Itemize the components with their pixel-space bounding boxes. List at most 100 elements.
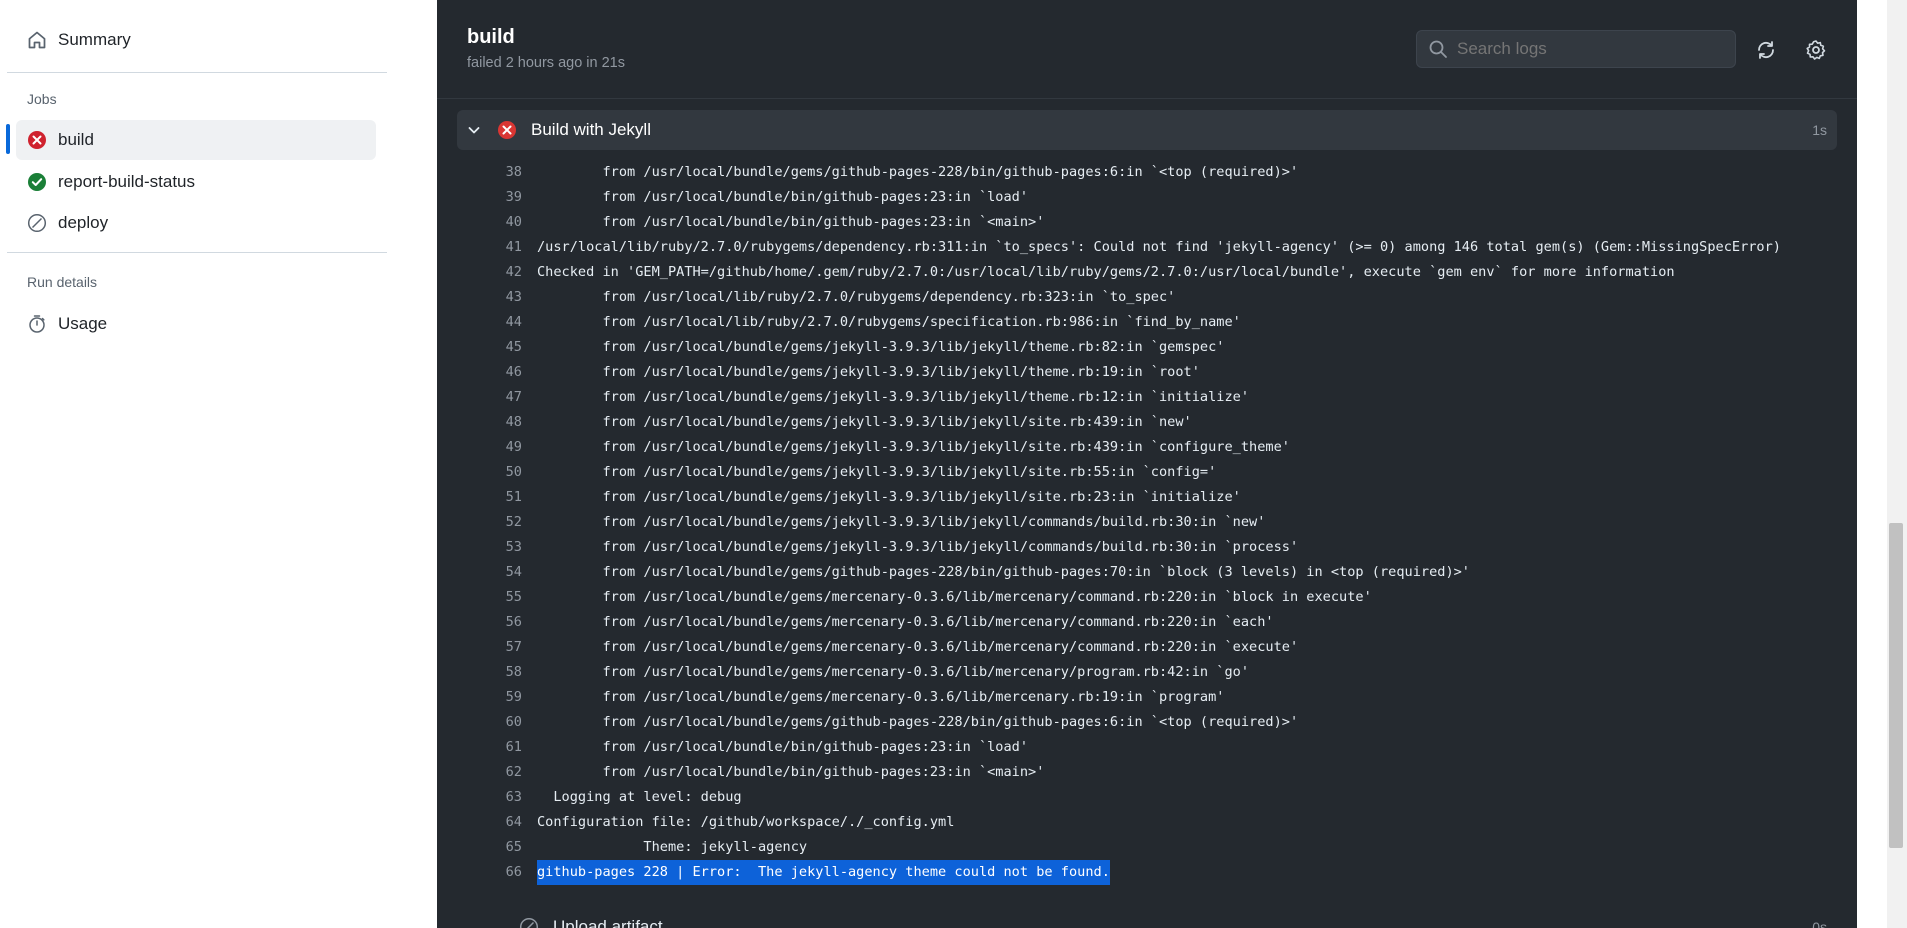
log-line: 46 from /usr/local/bundle/gems/jekyll-3.… <box>437 360 1857 385</box>
log-line-text: from /usr/local/bundle/bin/github-pages:… <box>537 764 1045 780</box>
job-title: build <box>467 26 515 48</box>
sidebar-item-build[interactable]: build <box>16 120 376 160</box>
log-line-text: from /usr/local/bundle/gems/mercenary-0.… <box>537 689 1225 705</box>
log-line-number[interactable]: 49 <box>467 435 522 460</box>
log-viewer[interactable]: Build with Jekyll 1s 38 from /usr/local/… <box>437 98 1857 928</box>
log-line-text: from /usr/local/bundle/bin/github-pages:… <box>537 739 1029 755</box>
step-build-with-jekyll[interactable]: Build with Jekyll 1s <box>457 110 1837 150</box>
log-line-number[interactable]: 40 <box>467 210 522 235</box>
divider <box>7 72 387 73</box>
log-line: 47 from /usr/local/bundle/gems/jekyll-3.… <box>437 385 1857 410</box>
log-line-number[interactable]: 52 <box>467 510 522 535</box>
log-line-text: from /usr/local/bundle/bin/github-pages:… <box>537 214 1045 230</box>
log-line-number[interactable]: 62 <box>467 760 522 785</box>
log-line-text: from /usr/local/lib/ruby/2.7.0/rubygems/… <box>537 289 1176 305</box>
jobs-heading: Jobs <box>27 91 57 107</box>
log-line-number[interactable]: 59 <box>467 685 522 710</box>
log-line-text-highlighted: github-pages 228 | Error: The jekyll-age… <box>537 860 1110 885</box>
log-line: 56 from /usr/local/bundle/gems/mercenary… <box>437 610 1857 635</box>
log-line: 52 from /usr/local/bundle/gems/jekyll-3.… <box>437 510 1857 535</box>
log-line: 48 from /usr/local/bundle/gems/jekyll-3.… <box>437 410 1857 435</box>
log-line: 50 from /usr/local/bundle/gems/jekyll-3.… <box>437 460 1857 485</box>
log-line: 44 from /usr/local/lib/ruby/2.7.0/rubyge… <box>437 310 1857 335</box>
step-name: Upload artifact <box>553 917 663 928</box>
success-status-icon <box>26 171 48 193</box>
log-line: 65 Theme: jekyll-agency <box>437 835 1857 860</box>
sidebar-item-usage[interactable]: Usage <box>16 304 376 344</box>
log-line-number[interactable]: 48 <box>467 410 522 435</box>
log-line: 64 Configuration file: /github/workspace/… <box>437 810 1857 835</box>
log-line: 43 from /usr/local/lib/ruby/2.7.0/rubyge… <box>437 285 1857 310</box>
log-line-text: from /usr/local/lib/ruby/2.7.0/rubygems/… <box>537 314 1241 330</box>
log-line-number[interactable]: 53 <box>467 535 522 560</box>
log-line-number[interactable]: 60 <box>467 710 522 735</box>
log-line-number[interactable]: 51 <box>467 485 522 510</box>
log-line-text: from /usr/local/bundle/gems/mercenary-0.… <box>537 614 1274 630</box>
log-line-text: from /usr/local/bundle/gems/jekyll-3.9.3… <box>537 439 1290 455</box>
log-line-text: from /usr/local/bundle/gems/mercenary-0.… <box>537 639 1299 655</box>
log-line: 54 from /usr/local/bundle/gems/github-pa… <box>437 560 1857 585</box>
step-name: Build with Jekyll <box>531 120 651 139</box>
log-line-text: from /usr/local/bundle/bin/github-pages:… <box>537 189 1029 205</box>
sidebar-item-label: Summary <box>58 30 131 49</box>
log-line: 45 from /usr/local/bundle/gems/jekyll-3.… <box>437 335 1857 360</box>
stopwatch-icon <box>26 313 48 335</box>
log-line: 60 from /usr/local/bundle/gems/github-pa… <box>437 710 1857 735</box>
log-line-number[interactable]: 66 <box>467 860 522 885</box>
log-line: 49 from /usr/local/bundle/gems/jekyll-3.… <box>437 435 1857 460</box>
log-line-text: from /usr/local/bundle/gems/jekyll-3.9.3… <box>537 414 1192 430</box>
sidebar-item-report-build-status[interactable]: report-build-status <box>16 162 376 202</box>
page-scrollbar-thumb[interactable] <box>1889 523 1903 848</box>
log-line-number[interactable]: 43 <box>467 285 522 310</box>
log-line: 57 from /usr/local/bundle/gems/mercenary… <box>437 635 1857 660</box>
sidebar-item-summary[interactable]: Summary <box>16 20 376 60</box>
log-line-number[interactable]: 50 <box>467 460 522 485</box>
log-line: 41/usr/local/lib/ruby/2.7.0/rubygems/dep… <box>437 235 1857 260</box>
log-line-number[interactable]: 54 <box>467 560 522 585</box>
log-line-text: Logging at level: debug <box>537 789 742 805</box>
log-line-number[interactable]: 47 <box>467 385 522 410</box>
log-line-text: from /usr/local/bundle/gems/jekyll-3.9.3… <box>537 389 1250 405</box>
log-line-number[interactable]: 55 <box>467 585 522 610</box>
refresh-icon[interactable] <box>1753 37 1779 63</box>
log-line-number[interactable]: 46 <box>467 360 522 385</box>
log-line-number[interactable]: 39 <box>467 185 522 210</box>
log-line: 53 from /usr/local/bundle/gems/jekyll-3.… <box>437 535 1857 560</box>
job-log-panel: build failed 2 hours ago in 21s Build wi… <box>437 0 1857 928</box>
log-line-number[interactable]: 45 <box>467 335 522 360</box>
skipped-status-icon <box>519 917 541 928</box>
job-header: build failed 2 hours ago in 21s <box>437 0 1857 99</box>
sidebar-item-label: Usage <box>58 314 108 333</box>
job-status-text: failed 2 hours ago in 21s <box>467 55 625 71</box>
failed-status-icon <box>26 129 48 151</box>
log-line-text: from /usr/local/bundle/gems/github-pages… <box>537 714 1299 730</box>
log-line-text: from /usr/local/bundle/gems/jekyll-3.9.3… <box>537 364 1200 380</box>
log-line-number[interactable]: 58 <box>467 660 522 685</box>
sidebar-item-label: build <box>58 130 94 149</box>
log-line-number[interactable]: 63 <box>467 785 522 810</box>
log-line-number[interactable]: 65 <box>467 835 522 860</box>
log-line-number[interactable]: 56 <box>467 610 522 635</box>
log-line-number[interactable]: 42 <box>467 260 522 285</box>
log-line-number[interactable]: 44 <box>467 310 522 335</box>
log-line-number[interactable]: 38 <box>467 160 522 185</box>
sidebar-item-label: report-build-status <box>58 172 196 191</box>
log-line: 51 from /usr/local/bundle/gems/jekyll-3.… <box>437 485 1857 510</box>
search-logs-input[interactable] <box>1416 30 1736 68</box>
chevron-down-icon <box>467 123 489 137</box>
log-line-number[interactable]: 57 <box>467 635 522 660</box>
log-line: 62 from /usr/local/bundle/bin/github-pag… <box>437 760 1857 785</box>
log-line-number[interactable]: 61 <box>467 735 522 760</box>
sidebar: Summary Jobs build report-build-status d… <box>0 0 437 928</box>
run-details-heading: Run details <box>27 274 98 290</box>
log-line: 61 from /usr/local/bundle/bin/github-pag… <box>437 735 1857 760</box>
step-upload-artifact[interactable]: Upload artifact 0s <box>457 907 1837 928</box>
gear-icon[interactable] <box>1803 37 1829 63</box>
sidebar-item-deploy[interactable]: deploy <box>16 203 376 243</box>
skipped-status-icon <box>26 212 48 234</box>
step-duration: 1s <box>1812 122 1827 138</box>
log-line-text: /usr/local/lib/ruby/2.7.0/rubygems/depen… <box>537 239 1781 255</box>
log-line-number[interactable]: 64 <box>467 810 522 835</box>
log-line-number[interactable]: 41 <box>467 235 522 260</box>
selected-indicator <box>6 124 10 154</box>
